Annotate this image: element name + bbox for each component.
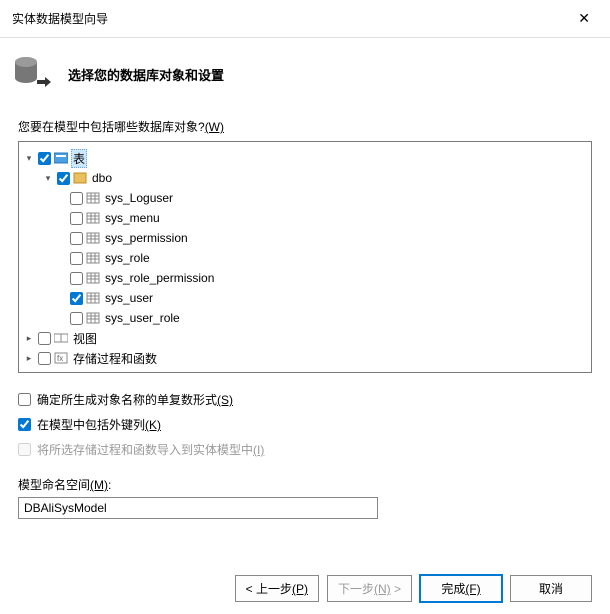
- schema-checkbox[interactable]: [57, 172, 70, 185]
- views-checkbox[interactable]: [38, 332, 51, 345]
- cancel-button[interactable]: 取消: [510, 575, 592, 602]
- node-label[interactable]: sys_menu: [103, 210, 162, 226]
- table-icon: [86, 272, 100, 284]
- node-label[interactable]: sys_user_role: [103, 310, 182, 326]
- object-tree[interactable]: 表 dbo sys_Loguser sys_menu sys_permissio…: [18, 141, 592, 373]
- node-label[interactable]: sys_permission: [103, 230, 190, 246]
- tables-checkbox[interactable]: [38, 152, 51, 165]
- table-icon: [86, 312, 100, 324]
- tree-node-table[interactable]: sys_role_permission: [23, 268, 587, 288]
- namespace-label: 模型命名空间(M):: [18, 476, 592, 493]
- node-label[interactable]: 视图: [71, 329, 99, 348]
- chevron-right-icon[interactable]: [23, 352, 35, 364]
- procs-icon: fx: [54, 352, 68, 364]
- table-checkbox[interactable]: [70, 292, 83, 305]
- option-importprocs: 将所选存储过程和函数导入到实体模型中(I): [18, 441, 592, 458]
- chevron-down-icon[interactable]: [23, 152, 35, 164]
- node-label[interactable]: sys_role_permission: [103, 270, 216, 286]
- importprocs-checkbox: [18, 443, 31, 456]
- page-title: 选择您的数据库对象和设置: [68, 65, 224, 84]
- tree-node-tables[interactable]: 表: [23, 148, 587, 168]
- option-fkcols[interactable]: 在模型中包括外键列(K): [18, 416, 592, 433]
- node-label[interactable]: sys_Loguser: [103, 190, 175, 206]
- svg-text:fx: fx: [57, 354, 63, 363]
- node-label[interactable]: sys_role: [103, 250, 152, 266]
- namespace-input[interactable]: [18, 497, 378, 519]
- close-icon[interactable]: ✕: [570, 8, 598, 29]
- table-checkbox[interactable]: [70, 212, 83, 225]
- tree-node-table[interactable]: sys_permission: [23, 228, 587, 248]
- node-label[interactable]: 表: [71, 149, 87, 168]
- tree-node-views[interactable]: 视图: [23, 328, 587, 348]
- node-label[interactable]: 存储过程和函数: [71, 349, 159, 368]
- table-icon: [86, 252, 100, 264]
- views-icon: [54, 332, 68, 344]
- fkcols-checkbox[interactable]: [18, 418, 31, 431]
- database-wizard-icon: [12, 54, 52, 94]
- option-pluralize[interactable]: 确定所生成对象名称的单复数形式(S): [18, 391, 592, 408]
- pluralize-checkbox[interactable]: [18, 393, 31, 406]
- finish-button[interactable]: 完成(F): [420, 575, 502, 602]
- table-checkbox[interactable]: [70, 252, 83, 265]
- table-icon: [86, 212, 100, 224]
- tree-node-table[interactable]: sys_role: [23, 248, 587, 268]
- procs-checkbox[interactable]: [38, 352, 51, 365]
- table-icon: [86, 292, 100, 304]
- window-title: 实体数据模型向导: [12, 10, 108, 27]
- tree-node-table[interactable]: sys_user: [23, 288, 587, 308]
- prev-button[interactable]: < 上一步(P): [235, 575, 319, 602]
- tree-node-procs[interactable]: fx 存储过程和函数: [23, 348, 587, 368]
- chevron-down-icon[interactable]: [42, 172, 54, 184]
- tree-node-table[interactable]: sys_Loguser: [23, 188, 587, 208]
- table-icon: [86, 192, 100, 204]
- table-checkbox[interactable]: [70, 232, 83, 245]
- table-checkbox[interactable]: [70, 312, 83, 325]
- table-checkbox[interactable]: [70, 272, 83, 285]
- table-checkbox[interactable]: [70, 192, 83, 205]
- node-label[interactable]: sys_user: [103, 290, 155, 306]
- tree-node-table[interactable]: sys_user_role: [23, 308, 587, 328]
- table-icon: [86, 232, 100, 244]
- chevron-right-icon[interactable]: [23, 332, 35, 344]
- tree-node-schema[interactable]: dbo: [23, 168, 587, 188]
- node-label[interactable]: dbo: [90, 170, 114, 186]
- prompt-label: 您要在模型中包括哪些数据库对象?(W): [18, 118, 592, 135]
- tables-folder-icon: [54, 152, 68, 164]
- schema-icon: [73, 172, 87, 184]
- next-button: 下一步(N) >: [327, 575, 412, 602]
- tree-node-table[interactable]: sys_menu: [23, 208, 587, 228]
